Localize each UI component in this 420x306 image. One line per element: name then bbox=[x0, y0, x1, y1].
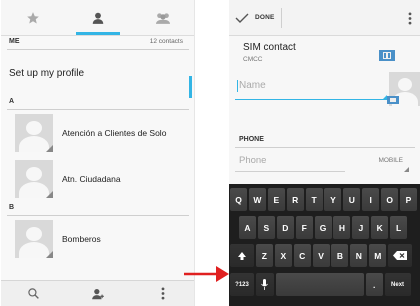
section-header-a: A bbox=[7, 96, 189, 110]
voice-input-key[interactable] bbox=[255, 273, 274, 296]
phone-placeholder: Phone bbox=[239, 155, 267, 166]
contact-list[interactable]: ME 12 contacts Set up my profile A Atenc… bbox=[1, 36, 194, 280]
key-v[interactable]: V bbox=[312, 244, 330, 267]
done-button[interactable]: DONE bbox=[229, 0, 275, 36]
key-i[interactable]: I bbox=[362, 188, 380, 211]
keyboard-row-4: ?123 . Next bbox=[230, 273, 412, 296]
letter-keys-row-3: ZXCVBNM bbox=[255, 244, 388, 267]
person-icon bbox=[92, 12, 104, 24]
account-subtitle: CMCC bbox=[243, 56, 263, 63]
text-cursor bbox=[237, 80, 238, 92]
section-header-b: B bbox=[7, 202, 189, 216]
key-k[interactable]: K bbox=[371, 216, 389, 239]
setup-profile-item[interactable]: Set up my profile bbox=[1, 50, 194, 96]
period-key[interactable]: . bbox=[365, 273, 383, 296]
key-q[interactable]: Q bbox=[230, 188, 247, 211]
key-u[interactable]: U bbox=[343, 188, 361, 211]
contact-name: Atn. Ciudadana bbox=[62, 174, 121, 184]
edit-action-bar: DONE bbox=[229, 0, 420, 36]
phone-type-select[interactable]: MOBILE bbox=[353, 152, 409, 172]
search-button[interactable] bbox=[1, 287, 66, 300]
key-b[interactable]: B bbox=[331, 244, 349, 267]
key-w[interactable]: W bbox=[248, 188, 266, 211]
shift-arrow-icon bbox=[238, 251, 246, 260]
contacts-tab-bar bbox=[1, 0, 194, 36]
overflow-menu-button[interactable] bbox=[130, 287, 194, 300]
backspace-icon bbox=[393, 251, 408, 260]
list-item[interactable]: Atn. Ciudadana bbox=[1, 156, 194, 202]
done-label: DONE bbox=[255, 14, 275, 21]
overflow-menu-icon[interactable] bbox=[408, 12, 412, 25]
checkmark-icon bbox=[235, 13, 249, 23]
header-divider bbox=[280, 7, 282, 28]
tab-favorites[interactable] bbox=[1, 0, 66, 35]
key-m[interactable]: M bbox=[369, 244, 387, 267]
key-t[interactable]: T bbox=[305, 188, 323, 211]
symbols-key[interactable]: ?123 bbox=[230, 273, 254, 296]
me-section-header: ME 12 contacts bbox=[7, 36, 189, 50]
keyboard-row-3: ZXCVBNM bbox=[230, 244, 414, 267]
key-y[interactable]: Y bbox=[324, 188, 342, 211]
list-item[interactable]: Bomberos bbox=[1, 216, 194, 262]
contact-name: Bomberos bbox=[62, 234, 101, 244]
edit-contact-screen: DONE SIM contact CMCC Name PHONE Phone M… bbox=[229, 0, 420, 306]
account-name: SIM contact bbox=[243, 42, 296, 53]
me-header-label: ME bbox=[9, 38, 20, 45]
shift-key[interactable] bbox=[230, 244, 254, 267]
key-h[interactable]: H bbox=[333, 216, 351, 239]
key-e[interactable]: E bbox=[267, 188, 285, 211]
avatar bbox=[15, 160, 53, 198]
key-s[interactable]: S bbox=[257, 216, 275, 239]
key-a[interactable]: A bbox=[239, 216, 256, 239]
star-icon bbox=[27, 11, 40, 23]
sim-card-icon bbox=[379, 50, 395, 61]
key-n[interactable]: N bbox=[350, 244, 368, 267]
avatar bbox=[15, 114, 53, 152]
sim-badge-icon bbox=[387, 96, 399, 104]
backspace-key[interactable] bbox=[388, 244, 413, 267]
contacts-screen: ME 12 contacts Set up my profile A Atenc… bbox=[1, 0, 195, 306]
section-letter-b: B bbox=[9, 204, 15, 211]
tab-contacts[interactable] bbox=[66, 0, 131, 35]
tab-groups[interactable] bbox=[130, 0, 194, 35]
name-placeholder: Name bbox=[239, 80, 266, 91]
screenshot-canvas: ME 12 contacts Set up my profile A Atenc… bbox=[0, 0, 420, 306]
key-l[interactable]: L bbox=[390, 216, 408, 239]
avatar bbox=[15, 220, 53, 258]
key-f[interactable]: F bbox=[295, 216, 313, 239]
add-contact-icon bbox=[92, 288, 104, 299]
phone-field[interactable]: Phone bbox=[235, 152, 345, 172]
key-o[interactable]: O bbox=[381, 188, 399, 211]
account-header: SIM contact CMCC bbox=[229, 38, 420, 70]
add-contact-button[interactable] bbox=[66, 287, 131, 301]
section-letter-a: A bbox=[9, 98, 15, 105]
arrow-right-icon bbox=[184, 266, 229, 282]
key-g[interactable]: G bbox=[314, 216, 332, 239]
name-field[interactable]: Name bbox=[235, 76, 387, 100]
keyboard-row-1: QWERTYUIOP bbox=[230, 188, 419, 211]
group-icon bbox=[155, 12, 170, 24]
space-key[interactable] bbox=[275, 273, 364, 296]
key-p[interactable]: P bbox=[400, 188, 418, 211]
contact-name: Atención a Clientes de Solo bbox=[62, 128, 167, 138]
key-d[interactable]: D bbox=[276, 216, 294, 239]
key-x[interactable]: X bbox=[274, 244, 292, 267]
contacts-action-bar bbox=[1, 280, 194, 306]
soft-keyboard: QWERTYUIOP ASDFGHJKL ZXCVBNM ?123 . Next bbox=[229, 184, 420, 306]
key-r[interactable]: R bbox=[286, 188, 304, 211]
list-item[interactable]: Atención a Clientes de Solo bbox=[1, 110, 194, 156]
next-key[interactable]: Next bbox=[384, 273, 411, 296]
keyboard-row-2: ASDFGHJKL bbox=[239, 216, 409, 239]
key-j[interactable]: J bbox=[352, 216, 370, 239]
microphone-icon bbox=[261, 279, 269, 290]
phone-type-label: MOBILE bbox=[378, 157, 403, 164]
phone-section-header: PHONE bbox=[235, 136, 415, 148]
overflow-menu-icon bbox=[161, 287, 165, 300]
key-z[interactable]: Z bbox=[255, 244, 273, 267]
setup-profile-label: Set up my profile bbox=[9, 67, 85, 79]
fast-scroll-thumb[interactable] bbox=[189, 76, 192, 98]
search-icon bbox=[28, 288, 39, 299]
contact-count: 12 contacts bbox=[149, 38, 183, 45]
key-c[interactable]: C bbox=[293, 244, 311, 267]
